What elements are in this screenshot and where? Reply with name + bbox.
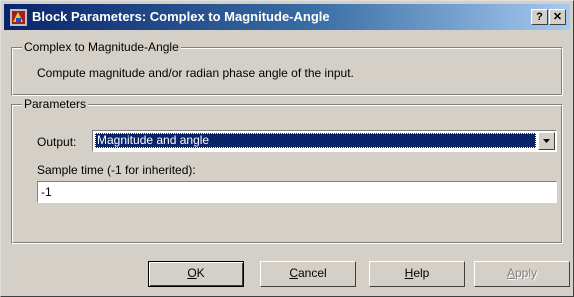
sample-time-label: Sample time (-1 for inherited): [37, 163, 196, 177]
help-button[interactable]: Help [369, 261, 465, 287]
ok-button[interactable]: OK [148, 261, 244, 287]
chevron-down-icon [543, 139, 550, 143]
parameters-group-title: Parameters [22, 97, 89, 111]
output-label: Output: [37, 135, 77, 149]
cancel-button[interactable]: Cancel [260, 261, 356, 287]
context-help-button[interactable]: ? [531, 9, 548, 25]
close-button[interactable]: ✕ [549, 9, 566, 25]
dialog-window: Block Parameters: Complex to Magnitude-A… [0, 0, 574, 297]
apply-button[interactable]: Apply [474, 261, 570, 287]
output-dropdown[interactable]: Magnitude and angle [92, 130, 557, 152]
block-description: Compute magnitude and/or radian phase an… [37, 66, 354, 80]
parameters-group: Parameters Output: Magnitude and angle S… [11, 97, 563, 244]
sample-time-field[interactable]: -1 [37, 181, 557, 203]
description-group: Complex to Magnitude-Angle Compute magni… [11, 40, 563, 96]
simulink-block-icon [10, 9, 27, 26]
title-bar[interactable]: Block Parameters: Complex to Magnitude-A… [4, 4, 570, 30]
description-group-title: Complex to Magnitude-Angle [22, 40, 181, 54]
output-selected-value: Magnitude and angle [95, 133, 536, 148]
window-title: Block Parameters: Complex to Magnitude-A… [32, 9, 330, 24]
dropdown-arrow-button[interactable] [538, 132, 555, 150]
